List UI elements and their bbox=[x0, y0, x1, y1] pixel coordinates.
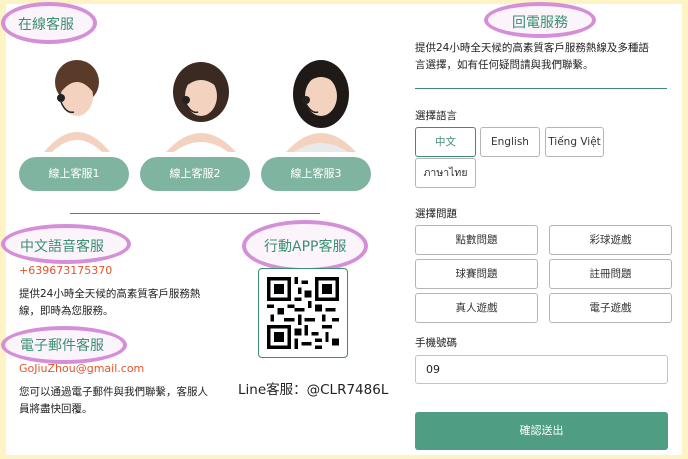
agent-2-icon bbox=[166, 62, 236, 152]
language-option-vietnamese[interactable]: Tiếng Việt bbox=[545, 127, 604, 157]
question-registration[interactable]: 註冊問題 bbox=[549, 259, 672, 289]
app-service-title: 行動APP客服 bbox=[264, 239, 347, 255]
voice-desc-line-1: 提供24小時全天候的高素質客戶服務熱 bbox=[19, 288, 201, 300]
language-option-chinese[interactable]: 中文 bbox=[415, 127, 476, 157]
language-label: 選擇語言 bbox=[415, 110, 457, 122]
agent-avatar-1 bbox=[22, 52, 132, 152]
question-lottery[interactable]: 彩球遊戲 bbox=[549, 225, 672, 255]
language-option-english[interactable]: English bbox=[480, 127, 540, 157]
agent-3-icon bbox=[286, 60, 356, 152]
callback-desc-line-2: 言選擇，如有任何疑問請與我們聯繫。 bbox=[415, 59, 594, 71]
line-id-text: Line客服：@CLR7486L bbox=[238, 382, 389, 398]
language-option-thai[interactable]: ภาษาไทย bbox=[415, 158, 476, 188]
agent-avatar-3 bbox=[266, 52, 376, 152]
email-address: GoJiuZhou@gmail.com bbox=[19, 362, 145, 375]
email-description: 您可以通過電子郵件與我們聯繫，客服人 員將盡快回覆。 bbox=[19, 384, 208, 418]
online-agent-3-button[interactable]: 線上客服3 bbox=[261, 157, 371, 191]
online-service-title: 在線客服 bbox=[18, 17, 74, 33]
question-points[interactable]: 點數問題 bbox=[415, 225, 538, 255]
email-service-title: 電子郵件客服 bbox=[20, 338, 104, 354]
online-agent-2-button[interactable]: 線上客服2 bbox=[140, 157, 250, 191]
callback-desc-line-1: 提供24小時全天候的高素質客戶服務熱線及多種語 bbox=[415, 42, 649, 54]
voice-service-title: 中文語音客服 bbox=[20, 239, 104, 255]
callback-service-title: 回電服務 bbox=[512, 15, 568, 31]
online-agent-1-button[interactable]: 線上客服1 bbox=[19, 157, 129, 191]
email-desc-line-1: 您可以通過電子郵件與我們聯繫，客服人 bbox=[19, 386, 208, 398]
agent-1-icon bbox=[44, 60, 110, 152]
question-live-games[interactable]: 真人遊戲 bbox=[415, 293, 538, 323]
voice-phone-number: +639673175370 bbox=[19, 264, 113, 277]
question-label: 選擇問題 bbox=[415, 208, 457, 220]
question-sports[interactable]: 球賽問題 bbox=[415, 259, 538, 289]
qr-code bbox=[258, 268, 348, 358]
voice-desc-line-2: 線，即時為您服務。 bbox=[19, 305, 114, 317]
submit-button[interactable]: 確認送出 bbox=[415, 412, 668, 450]
right-divider bbox=[415, 88, 667, 89]
callback-description: 提供24小時全天候的高素質客戶服務熱線及多種語 言選擇，如有任何疑問請與我們聯繫… bbox=[415, 40, 649, 74]
voice-description: 提供24小時全天候的高素質客戶服務熱 線，即時為您服務。 bbox=[19, 286, 200, 320]
agent-avatar-2 bbox=[146, 52, 256, 152]
email-desc-line-2: 員將盡快回覆。 bbox=[19, 403, 93, 415]
phone-label: 手機號碼 bbox=[415, 337, 457, 349]
left-divider bbox=[70, 213, 320, 214]
phone-number-input[interactable]: 09 bbox=[415, 355, 668, 384]
question-slot-games[interactable]: 電子遊戲 bbox=[549, 293, 672, 323]
qr-code-icon bbox=[267, 277, 339, 349]
